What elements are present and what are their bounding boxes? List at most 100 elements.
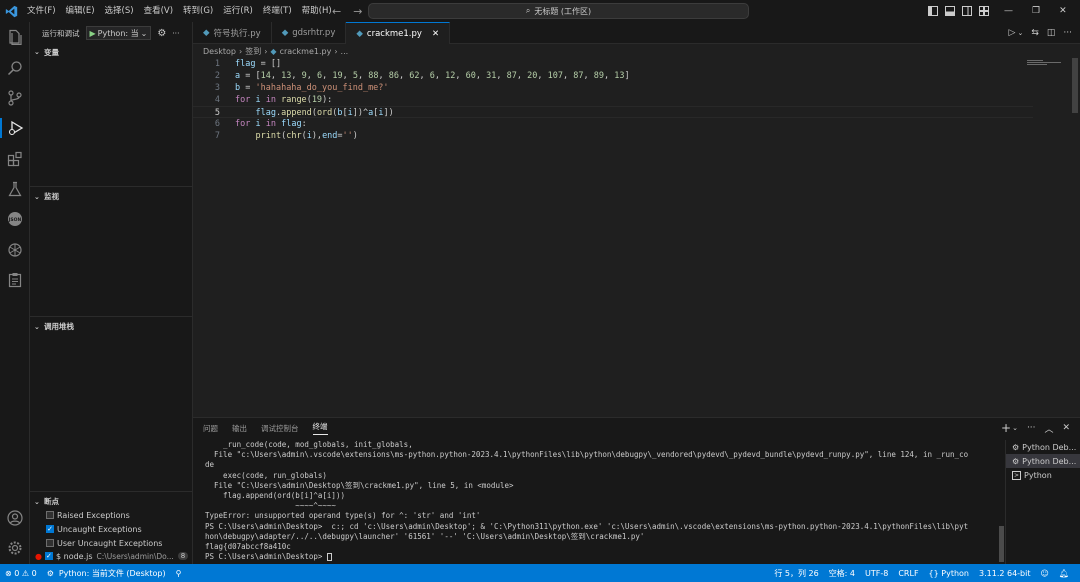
problems-status[interactable]: ⊗ 0 ⚠ 0 bbox=[0, 569, 42, 578]
clipboard-icon[interactable] bbox=[5, 270, 25, 290]
account-icon[interactable] bbox=[5, 508, 25, 528]
encoding[interactable]: UTF-8 bbox=[860, 569, 893, 578]
close-tab-icon[interactable]: ✕ bbox=[432, 29, 439, 39]
search-icon[interactable] bbox=[5, 58, 25, 78]
code-line[interactable]: 7 print(chr(i),end='') bbox=[193, 130, 1033, 142]
breadcrumb-folder[interactable]: 签到 bbox=[245, 46, 261, 57]
language-mode[interactable]: {} Python bbox=[924, 569, 974, 578]
code-line[interactable]: 4 for i in range(19): bbox=[193, 94, 1033, 106]
back-arrow-icon[interactable]: ← bbox=[332, 5, 341, 18]
breakpoint-uncaught-exceptions[interactable]: ✓ Uncaught Exceptions bbox=[30, 522, 193, 536]
code-line[interactable]: 1 flag = [] bbox=[193, 58, 1033, 70]
menu-help[interactable]: 帮助(H) bbox=[297, 0, 337, 22]
run-debug-icon[interactable] bbox=[0, 118, 30, 138]
source-control-icon[interactable] bbox=[5, 88, 25, 108]
code-line[interactable]: 6 for i in flag: bbox=[193, 118, 1033, 130]
breadcrumb-desktop[interactable]: Desktop bbox=[203, 47, 236, 56]
debug-config-select[interactable]: ▶ Python: 当 ⌄ bbox=[85, 26, 152, 40]
checkbox[interactable] bbox=[46, 511, 54, 519]
breakpoint-dot-icon: ● bbox=[35, 551, 42, 561]
explorer-icon[interactable] bbox=[5, 27, 25, 47]
code-line[interactable]: 2 a = [14, 13, 9, 6, 19, 5, 88, 86, 62, 6… bbox=[193, 70, 1033, 82]
debug-config-label: Python: 当 bbox=[97, 28, 139, 38]
testing-flask-icon[interactable] bbox=[5, 179, 25, 199]
terminal-scrollbar[interactable] bbox=[999, 526, 1004, 562]
close-panel-icon[interactable]: ✕ bbox=[1063, 423, 1071, 433]
notifications-bell-icon[interactable]: 🔔︎ bbox=[1054, 569, 1074, 578]
search-icon: ⌕ bbox=[525, 6, 531, 15]
menu-terminal[interactable]: 终端(T) bbox=[258, 0, 297, 22]
settings-gear-icon[interactable] bbox=[5, 538, 25, 558]
editor-scrollbar[interactable] bbox=[1072, 58, 1078, 113]
indentation[interactable]: 空格: 4 bbox=[824, 568, 860, 579]
chevron-down-icon[interactable]: ⌄ bbox=[1017, 29, 1023, 37]
toggle-secondary-sidebar-icon[interactable] bbox=[962, 6, 972, 16]
json-icon[interactable]: JSON bbox=[5, 209, 25, 229]
restore-icon[interactable]: ❐ bbox=[1032, 6, 1040, 16]
menu-edit[interactable]: 编辑(E) bbox=[61, 0, 100, 22]
toggle-panel-icon[interactable] bbox=[945, 6, 955, 16]
menu-run[interactable]: 运行(R) bbox=[218, 0, 258, 22]
debug-icon: ⚙ bbox=[1012, 456, 1020, 466]
terminal-item-python-debug-2[interactable]: ⚙ Python Deb... bbox=[1006, 454, 1080, 468]
breadcrumb-more[interactable]: ... bbox=[341, 47, 349, 56]
breakpoint-file-item[interactable]: ● ✓ $ node.js C:\Users\admin\Do... 8 bbox=[30, 549, 193, 563]
menu-go[interactable]: 转到(G) bbox=[178, 0, 218, 22]
command-center[interactable]: ⌕ 无标题 (工作区) bbox=[368, 3, 749, 19]
breadcrumb-file[interactable]: crackme1.py bbox=[280, 47, 332, 56]
start-debug-icon[interactable]: ▶ bbox=[90, 29, 96, 38]
terminal-item-python-debug-1[interactable]: ⚙ Python Deb... bbox=[1006, 440, 1080, 454]
checkbox-checked[interactable]: ✓ bbox=[46, 525, 54, 533]
checkbox-checked[interactable]: ✓ bbox=[44, 552, 53, 560]
cursor-position[interactable]: 行 5，列 26 bbox=[769, 568, 823, 579]
tab-output[interactable]: 输出 bbox=[232, 423, 247, 434]
minimap[interactable] bbox=[1027, 60, 1061, 66]
tab-problems[interactable]: 问题 bbox=[203, 423, 218, 434]
open-changes-icon[interactable]: ⇆ bbox=[1031, 28, 1039, 38]
menu-selection[interactable]: 选择(S) bbox=[100, 0, 139, 22]
feedback-icon[interactable]: ☺ bbox=[1036, 569, 1054, 578]
menu-file[interactable]: 文件(F) bbox=[22, 0, 61, 22]
maximize-panel-icon[interactable]: ︿ bbox=[1045, 422, 1054, 435]
openai-icon[interactable] bbox=[5, 240, 25, 260]
sync-icon[interactable]: ⚲ bbox=[171, 569, 187, 578]
terminal-item-python[interactable]: > Python bbox=[1006, 468, 1080, 482]
code-line[interactable]: 5 flag.append(ord(b[i])^a[i]) bbox=[193, 106, 1033, 118]
debug-config-status[interactable]: Python: 当前文件 (Desktop) bbox=[59, 568, 171, 579]
customize-layout-icon[interactable] bbox=[979, 6, 989, 16]
tab-gdsrhtr[interactable]: ◆ gdsrhtr.py bbox=[272, 22, 347, 44]
extensions-icon[interactable] bbox=[5, 149, 25, 169]
tab-debug-console[interactable]: 调试控制台 bbox=[261, 423, 299, 434]
line-ending[interactable]: CRLF bbox=[893, 569, 923, 578]
chevron-down-icon[interactable]: ⌄ bbox=[1012, 424, 1018, 432]
toggle-sidebar-icon[interactable] bbox=[928, 6, 938, 16]
terminal-list: ⚙ Python Deb... ⚙ Python Deb... > Python bbox=[1005, 440, 1080, 564]
chevron-down-icon: ⌄ bbox=[34, 497, 40, 506]
gear-icon[interactable]: ⚙ bbox=[157, 28, 166, 39]
more-actions-icon[interactable]: ··· bbox=[172, 29, 179, 38]
breakpoint-user-uncaught-exceptions[interactable]: User Uncaught Exceptions bbox=[30, 536, 193, 550]
code-editor[interactable]: 1 flag = [] 2 a = [14, 13, 9, 6, 19, 5, 88,… bbox=[193, 58, 1080, 417]
variables-section-header[interactable]: ⌄ 变量 bbox=[30, 42, 193, 62]
close-icon[interactable]: ✕ bbox=[1059, 6, 1067, 16]
terminal-output[interactable]: _run_code(code, mod_globals, init_global… bbox=[205, 440, 995, 564]
tab-crackme1[interactable]: ◆ crackme1.py ✕ bbox=[346, 22, 451, 44]
code-text: for i in flag: bbox=[235, 119, 307, 129]
breakpoint-raised-exceptions[interactable]: Raised Exceptions bbox=[30, 508, 193, 522]
python-interpreter[interactable]: 3.11.2 64-bit bbox=[974, 569, 1036, 578]
forward-arrow-icon[interactable]: → bbox=[353, 5, 362, 18]
more-actions-icon[interactable]: ··· bbox=[1027, 423, 1036, 433]
callstack-section-header[interactable]: ⌄ 调用堆栈 bbox=[30, 316, 193, 336]
more-actions-icon[interactable]: ··· bbox=[1063, 28, 1072, 38]
menu-view[interactable]: 查看(V) bbox=[139, 0, 178, 22]
watch-section-header[interactable]: ⌄ 监视 bbox=[30, 186, 193, 206]
tab-terminal[interactable]: 终端 bbox=[312, 421, 328, 435]
code-line[interactable]: 3 b = 'hahahaha_do_you_find_me?' bbox=[193, 82, 1033, 94]
run-file-icon[interactable]: ▷ bbox=[1009, 28, 1016, 38]
activity-bar: JSON bbox=[0, 22, 30, 564]
minimize-icon[interactable]: — bbox=[1004, 6, 1013, 16]
new-terminal-icon[interactable]: + bbox=[1001, 421, 1011, 435]
checkbox[interactable] bbox=[46, 539, 54, 547]
tab-symbolic-exec[interactable]: ◆ 符号执行.py bbox=[193, 22, 272, 44]
split-editor-icon[interactable]: ◫ bbox=[1047, 28, 1056, 38]
